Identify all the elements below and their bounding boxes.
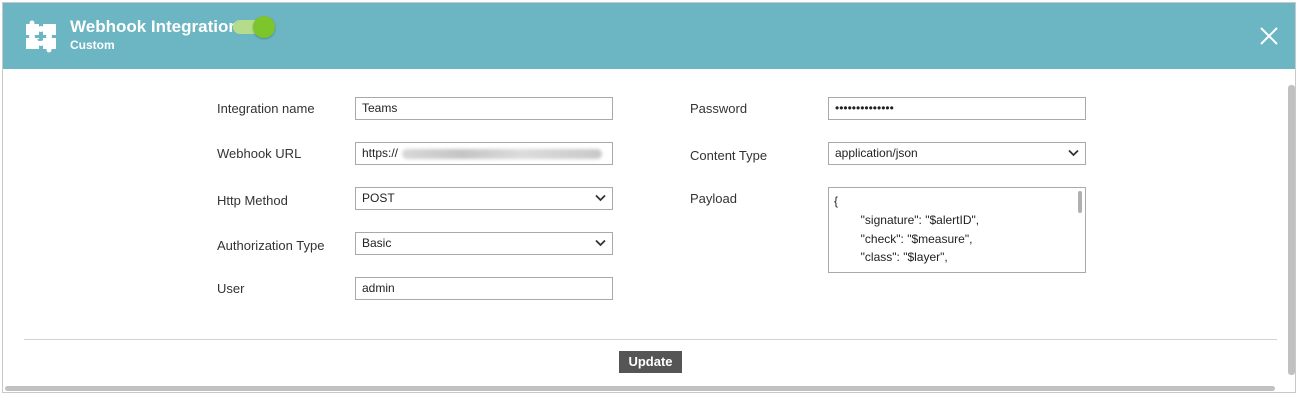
webhook-dialog: S Webhook Integration Custom Integration… bbox=[2, 2, 1296, 393]
chevron-down-icon bbox=[595, 194, 606, 202]
password-input[interactable]: •••••••••••••• bbox=[828, 97, 1086, 120]
puzzle-icon: S bbox=[26, 20, 56, 53]
http-method-value: POST bbox=[362, 191, 395, 205]
close-icon[interactable] bbox=[1258, 25, 1280, 47]
payload-line: { bbox=[834, 194, 839, 208]
content-type-select[interactable]: application/json bbox=[828, 142, 1086, 165]
payload-line: "class": "$layer", bbox=[834, 250, 948, 264]
chevron-down-icon bbox=[1068, 149, 1079, 157]
webhook-url-value: https:// bbox=[362, 146, 399, 160]
payload-textarea[interactable]: { "signature": "$alertID", "check": "$me… bbox=[828, 187, 1086, 273]
toggle-knob bbox=[253, 16, 275, 38]
integration-name-input[interactable]: Teams bbox=[355, 97, 613, 120]
content-type-value: application/json bbox=[835, 146, 918, 160]
authorization-type-value: Basic bbox=[362, 236, 392, 250]
horizontal-scrollbar[interactable] bbox=[5, 386, 1275, 391]
authorization-type-label: Authorization Type bbox=[217, 238, 325, 253]
integration-name-label: Integration name bbox=[217, 101, 315, 116]
dialog-subtitle: Custom bbox=[70, 38, 115, 52]
user-input[interactable]: admin bbox=[355, 277, 613, 300]
webhook-url-input[interactable]: https:// bbox=[355, 142, 613, 165]
vertical-scrollbar[interactable] bbox=[1288, 85, 1295, 375]
user-value: admin bbox=[362, 281, 395, 295]
chevron-down-icon bbox=[595, 239, 606, 247]
payload-line: "signature": "$alertID", bbox=[834, 213, 980, 227]
payload-label: Payload bbox=[690, 191, 737, 206]
footer-divider bbox=[24, 339, 1277, 340]
dialog-header: S Webhook Integration Custom bbox=[3, 3, 1295, 69]
http-method-select[interactable]: POST bbox=[355, 187, 613, 210]
payload-scrollbar[interactable] bbox=[1078, 191, 1082, 213]
content-type-label: Content Type bbox=[690, 148, 768, 163]
payload-line: "check": "$measure", bbox=[834, 232, 973, 246]
http-method-label: Http Method bbox=[217, 193, 288, 208]
password-label: Password bbox=[690, 101, 748, 116]
enabled-toggle[interactable] bbox=[233, 16, 275, 38]
user-label: User bbox=[217, 281, 245, 296]
integration-name-value: Teams bbox=[362, 101, 398, 115]
redacted-url bbox=[402, 148, 603, 159]
update-button[interactable]: Update bbox=[619, 351, 682, 373]
dialog-title: Webhook Integration bbox=[70, 17, 239, 36]
webhook-url-label: Webhook URL bbox=[217, 146, 302, 161]
password-value: •••••••••••••• bbox=[835, 101, 894, 115]
authorization-type-select[interactable]: Basic bbox=[355, 232, 613, 255]
svg-text:S: S bbox=[37, 33, 43, 43]
